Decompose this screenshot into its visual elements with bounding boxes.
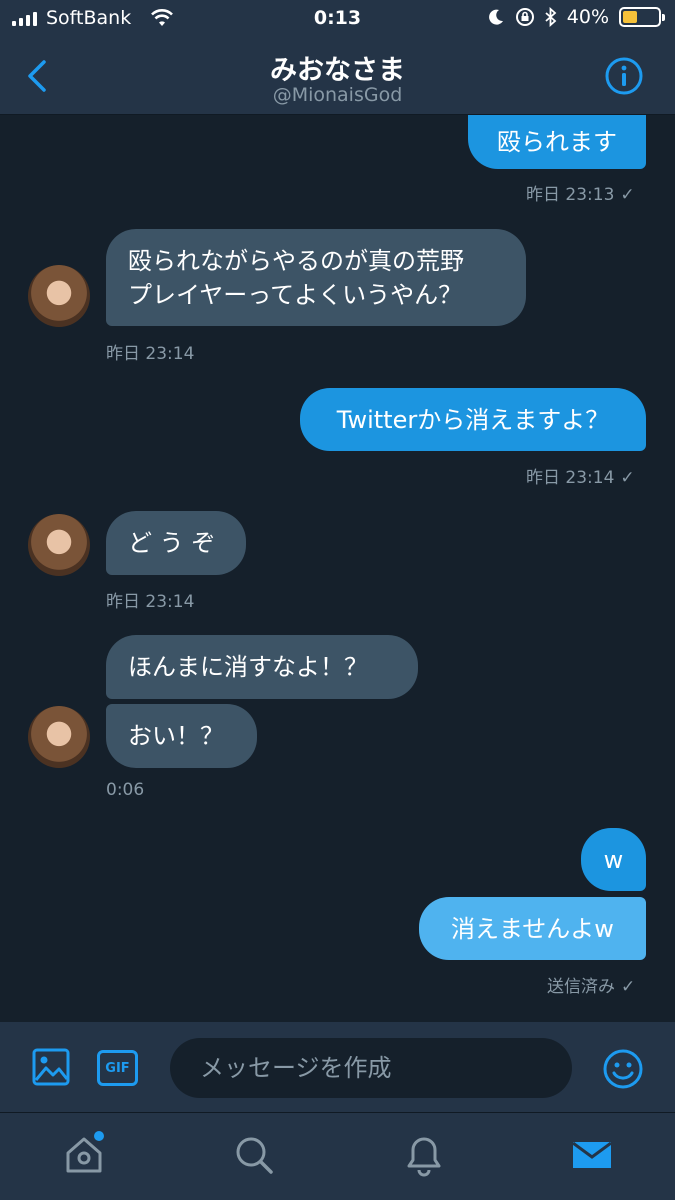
incoming-message[interactable]: 殴られながらやるのが真の荒野 プレイヤーってよくいうやん？ bbox=[106, 229, 526, 326]
conversation-header: みおなさま @MionaisGod bbox=[0, 38, 675, 115]
message-input[interactable] bbox=[170, 1038, 572, 1098]
gif-button[interactable]: GIF bbox=[97, 1050, 138, 1086]
conversation-handle[interactable]: @MionaisGod bbox=[0, 84, 675, 106]
message-text: 殴られます bbox=[497, 128, 617, 156]
battery-percent: 40% bbox=[566, 6, 609, 28]
message-text: ほんまに消すなよ！？ bbox=[128, 653, 368, 681]
status-text: 送信済み bbox=[547, 977, 615, 997]
message-status: 送信済み ✓ bbox=[547, 972, 635, 997]
incoming-message[interactable]: ど う ぞ bbox=[106, 511, 246, 575]
status-bar: SoftBank 0:13 40% bbox=[0, 0, 675, 38]
bell-icon[interactable] bbox=[402, 1133, 446, 1177]
emoji-icon[interactable] bbox=[602, 1048, 644, 1090]
read-check-icon: ✓ bbox=[620, 468, 635, 488]
message-thread[interactable]: 殴られます 昨日 23:13 ✓ 殴られながらやるのが真の荒野 プレイヤーってよく… bbox=[0, 115, 675, 1022]
message-text: w bbox=[603, 845, 624, 874]
message-text: ど う ぞ bbox=[128, 529, 216, 557]
outgoing-message[interactable]: w bbox=[581, 828, 646, 891]
timestamp-text: 昨日 23:13 bbox=[526, 185, 615, 205]
moon-icon bbox=[488, 9, 503, 25]
message-composer: GIF bbox=[0, 1022, 675, 1112]
message-text: 消えませんよw bbox=[451, 914, 614, 943]
bluetooth-icon bbox=[545, 7, 557, 27]
message-timestamp: 昨日 23:14 ✓ bbox=[526, 463, 635, 488]
notification-dot bbox=[94, 1131, 104, 1141]
timestamp-text: 昨日 23:14 bbox=[526, 468, 615, 488]
dm-screen: SoftBank 0:13 40% みおなさま @MionaisGod 殴られま… bbox=[0, 0, 675, 1200]
read-check-icon: ✓ bbox=[620, 185, 635, 205]
info-icon[interactable] bbox=[604, 56, 644, 96]
read-check-icon: ✓ bbox=[621, 977, 636, 997]
rotation-lock-icon bbox=[515, 8, 534, 26]
message-line: 殴られながらやるのが真の荒野 bbox=[128, 246, 464, 275]
message-timestamp: 昨日 23:14 bbox=[106, 592, 195, 612]
message-timestamp: 昨日 23:14 bbox=[106, 344, 195, 364]
message-text: Twitterから消えますよ？ bbox=[336, 405, 610, 434]
incoming-message[interactable]: おい！？ bbox=[106, 704, 257, 768]
search-icon[interactable] bbox=[232, 1133, 276, 1177]
message-line: プレイヤーってよくいうやん？ bbox=[128, 280, 463, 309]
mail-icon[interactable] bbox=[570, 1133, 614, 1177]
outgoing-message[interactable]: 消えませんよw bbox=[419, 897, 646, 960]
incoming-message[interactable]: ほんまに消すなよ！？ bbox=[106, 635, 418, 699]
tab-bar bbox=[0, 1112, 675, 1200]
battery-fill bbox=[623, 11, 637, 23]
outgoing-message[interactable]: Twitterから消えますよ？ bbox=[300, 388, 646, 451]
image-icon[interactable] bbox=[32, 1048, 70, 1086]
conversation-title[interactable]: みおなさま bbox=[0, 48, 675, 87]
battery-icon bbox=[619, 7, 665, 27]
avatar[interactable] bbox=[28, 706, 90, 768]
message-timestamp: 昨日 23:13 ✓ bbox=[526, 180, 635, 205]
avatar[interactable] bbox=[28, 265, 90, 327]
message-timestamp: 0:06 bbox=[106, 780, 145, 800]
avatar[interactable] bbox=[28, 514, 90, 576]
message-text: おい！？ bbox=[128, 722, 224, 750]
outgoing-message[interactable]: 殴られます bbox=[468, 115, 646, 169]
